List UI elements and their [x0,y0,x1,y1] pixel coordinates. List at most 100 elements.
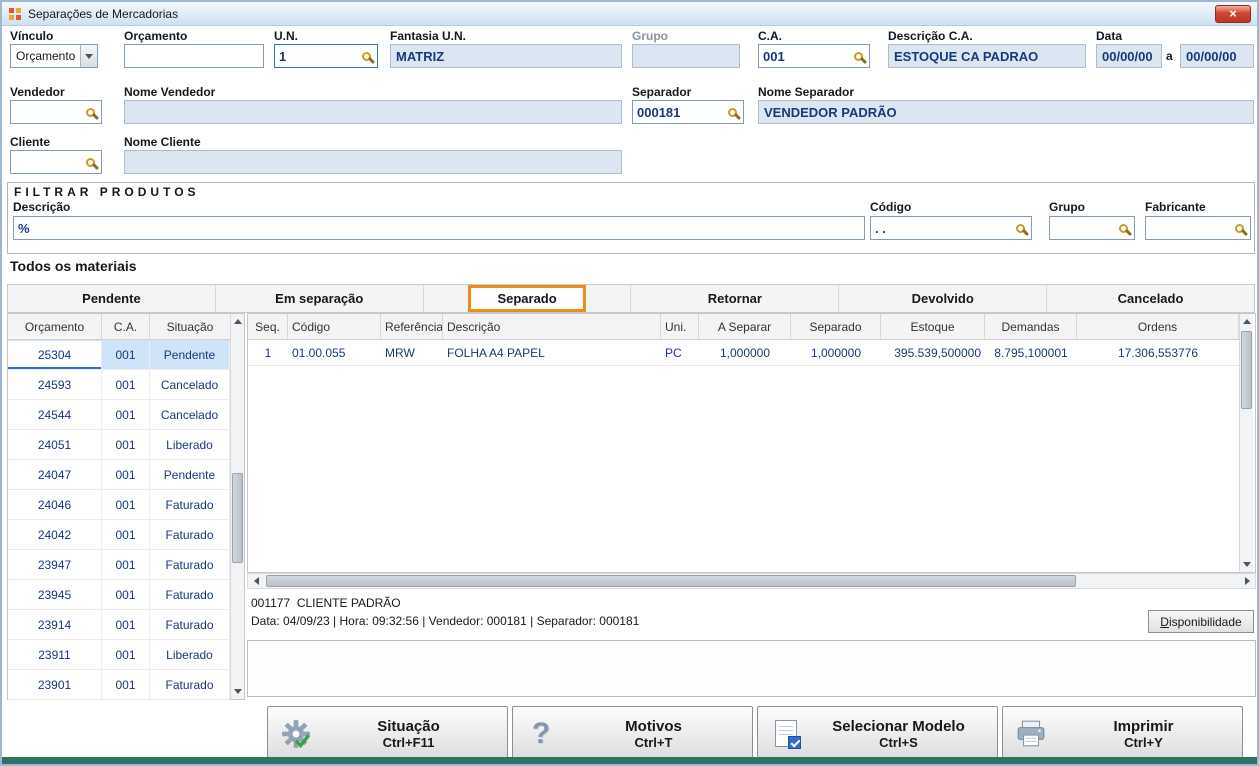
orders-header-orcamento[interactable]: Orçamento [8,314,102,339]
filter-descricao-field [13,216,865,240]
selecionar-modelo-button[interactable]: Selecionar Modelo Ctrl+S [757,706,998,761]
items-header-seq[interactable]: Seq. [248,314,288,339]
orders-row[interactable]: 23914 001 Faturado [8,610,230,640]
cell-orcamento: 24042 [8,520,102,549]
items-header-ordens[interactable]: Ordens [1077,314,1239,339]
items-header-codigo[interactable]: Código [288,314,381,339]
tab-cancelado[interactable]: Cancelado [1047,285,1254,312]
vinculo-select[interactable]: Orçamento [10,44,98,68]
imprimir-button[interactable]: Imprimir Ctrl+Y [1002,706,1243,761]
orders-row[interactable]: 23911 001 Liberado [8,640,230,670]
button-shortcut: Ctrl+Y [1124,734,1163,750]
situacao-button[interactable]: Situação Ctrl+F11 [267,706,508,761]
orders-table: Orçamento C.A. Situação 25304 001 Penden… [7,313,245,700]
cliente-search-button[interactable] [79,151,101,173]
items-header-demandas[interactable]: Demandas [985,314,1077,339]
items-header-descricao[interactable]: Descrição [443,314,661,339]
tab-retornar[interactable]: Retornar [631,285,840,312]
scrollbar-thumb[interactable] [266,575,1076,587]
orders-row[interactable]: 24042 001 Faturado [8,520,230,550]
search-icon [727,107,737,117]
orders-row[interactable]: 24544 001 Cancelado [8,400,230,430]
cell-situacao: Faturado [150,490,230,519]
button-shortcut: Ctrl+F11 [382,734,435,750]
orders-table-main: Orçamento C.A. Situação 25304 001 Penden… [8,314,230,700]
cell-ca: 001 [102,460,150,489]
orders-row[interactable]: 24046 001 Faturado [8,490,230,520]
window-title: Separações de Mercadorias [28,6,179,21]
un-label: U.N. [274,29,298,43]
scroll-up-icon[interactable] [231,314,244,329]
items-header-separado[interactable]: Separado [791,314,881,339]
orders-header-situacao[interactable]: Situação [150,314,230,339]
separador-search-button[interactable] [721,101,743,123]
scrollbar-thumb[interactable] [232,473,243,563]
vendedor-input[interactable] [11,101,79,123]
cell-situacao: Faturado [150,610,230,639]
filter-grupo-input[interactable] [1050,217,1112,239]
items-header-referencia[interactable]: Referência [381,314,443,339]
orcamento-input[interactable] [125,45,263,67]
cell-demandas: 8.795,100001 [994,345,1068,360]
items-table-header: Seq. Código Referência Descrição Uni. A … [248,314,1239,340]
scroll-down-icon[interactable] [1240,557,1253,572]
orders-header-ca[interactable]: C.A. [102,314,150,339]
fantasia-un-label: Fantasia U.N. [390,29,467,43]
disponibilidade-button[interactable]: Disponibilidade [1148,610,1254,633]
un-input[interactable] [275,45,355,67]
cell-situacao: Pendente [150,340,230,369]
scroll-up-icon[interactable] [1240,314,1253,329]
orders-row[interactable]: 23945 001 Faturado [8,580,230,610]
scroll-left-icon[interactable] [248,574,264,588]
button-text: Selecionar Modelo Ctrl+S [814,718,997,750]
separacoes-window: Separações de Mercadorias × Vínculo Orça… [0,0,1259,766]
scrollbar-track [264,574,1239,588]
un-search-button[interactable] [355,45,377,67]
scrollbar-thumb[interactable] [1241,331,1252,409]
descricao-ca-label: Descrição C.A. [888,29,973,43]
cell-situacao: Cancelado [150,400,230,429]
orders-row-selected[interactable]: 25304 001 Pendente [8,340,230,370]
orders-row[interactable]: 23901 001 Faturado [8,670,230,700]
filter-fabricante-search-button[interactable] [1228,217,1250,239]
items-header-a-separar[interactable]: A Separar [699,314,791,339]
orders-row[interactable]: 23947 001 Faturado [8,550,230,580]
cliente-input[interactable] [11,151,79,173]
items-row[interactable]: 1 01.00.055 MRW FOLHA A4 PAPEL PC 1,0000… [248,340,1239,366]
motivos-button[interactable]: ? Motivos Ctrl+T [512,706,753,761]
filter-descricao-input[interactable] [14,217,864,239]
filter-grupo-search-button[interactable] [1112,217,1134,239]
orders-row[interactable]: 24051 001 Liberado [8,430,230,460]
orders-table-header: Orçamento C.A. Situação [8,314,230,340]
notes-panel [247,640,1256,697]
separador-input[interactable] [633,101,721,123]
items-header-estoque[interactable]: Estoque [881,314,985,339]
items-table: Seq. Código Referência Descrição Uni. A … [247,313,1256,573]
cell-orcamento: 24046 [8,490,102,519]
ca-input[interactable] [759,45,847,67]
search-icon [1234,223,1244,233]
chevron-down-icon[interactable] [80,45,97,67]
cell-ca: 001 [102,640,150,669]
orders-row[interactable]: 24593 001 Cancelado [8,370,230,400]
tab-pendente[interactable]: Pendente [8,285,216,312]
grupo-value [632,44,740,68]
scroll-down-icon[interactable] [231,684,244,699]
order-info-line: Data: 04/09/23 | Hora: 09:32:56 | Vended… [251,614,640,628]
tab-em-separacao[interactable]: Em separação [216,285,424,312]
scroll-right-icon[interactable] [1239,574,1255,588]
filter-fabricante-input[interactable] [1146,217,1228,239]
active-tab-highlight: Separado [468,285,586,312]
close-button[interactable]: × [1215,4,1251,23]
filter-codigo-search-button[interactable] [1009,217,1031,239]
tab-separado[interactable]: Separado [424,285,632,312]
filter-codigo-input[interactable] [871,217,1009,239]
orders-row[interactable]: 24047 001 Pendente [8,460,230,490]
filter-fabricante-field [1145,216,1251,240]
ca-search-button[interactable] [847,45,869,67]
vendedor-search-button[interactable] [79,101,101,123]
cell-ca: 001 [102,430,150,459]
items-header-uni[interactable]: Uni. [661,314,699,339]
tab-devolvido[interactable]: Devolvido [839,285,1048,312]
cliente-label: Cliente [10,135,51,149]
